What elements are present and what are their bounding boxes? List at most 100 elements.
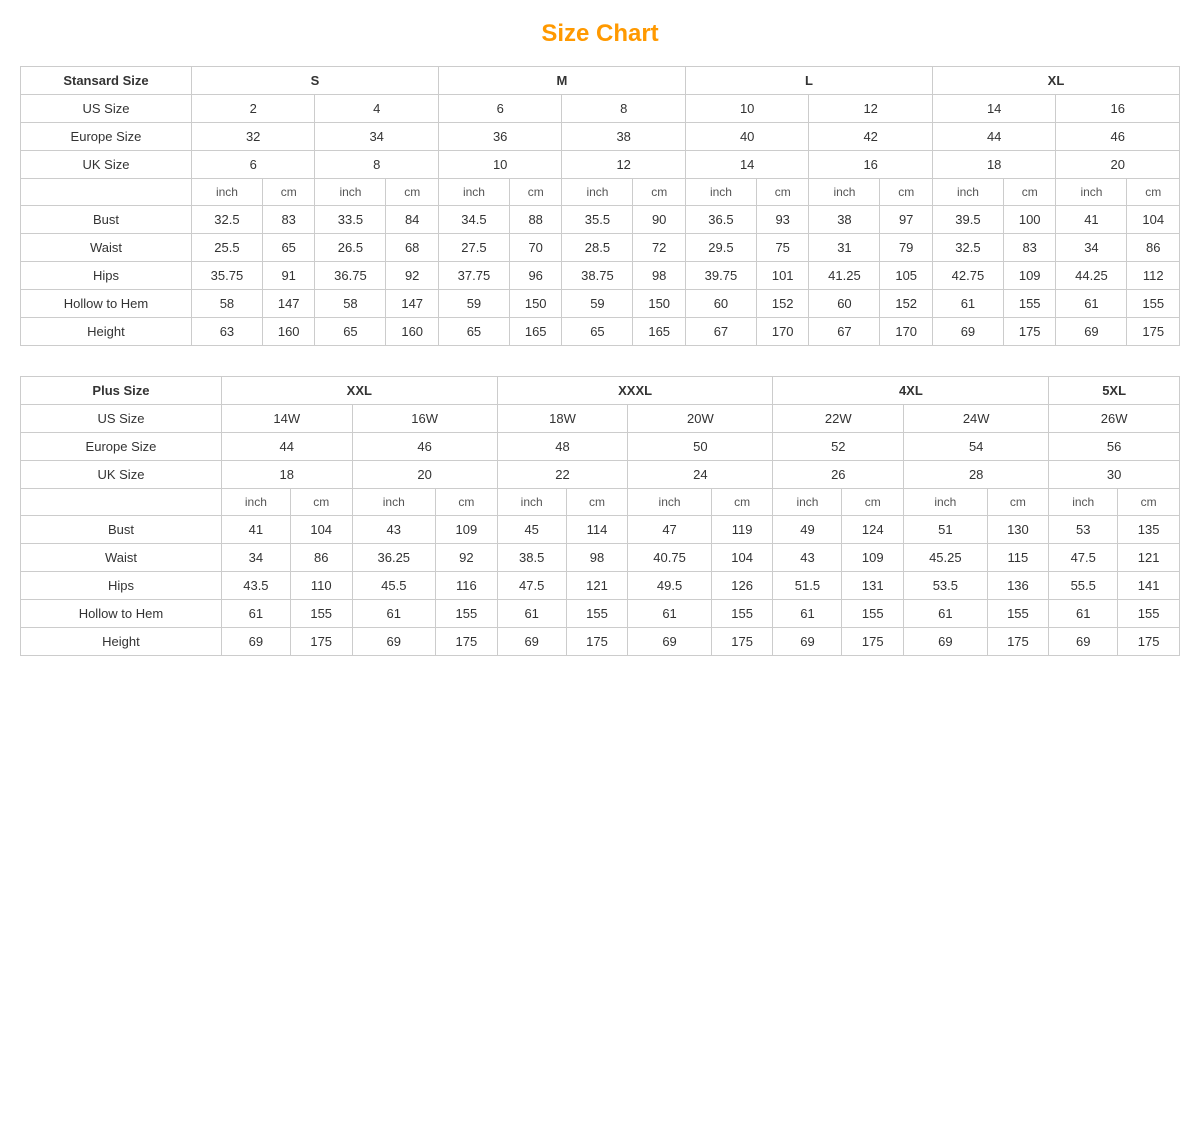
unit-cm-2: cm [386, 179, 438, 206]
uk-size-12: 12 [562, 151, 686, 179]
table-row: Hips43.511045.511647.512149.512651.51315… [21, 572, 1180, 600]
cell: 115 [987, 544, 1049, 572]
plus-europe-54: 54 [904, 433, 1049, 461]
cell: 130 [987, 516, 1049, 544]
cell: 36.75 [315, 262, 386, 290]
plus-unit-inch-6: inch [904, 489, 987, 516]
cell: 58 [191, 290, 262, 318]
cell: 152 [880, 290, 932, 318]
unit-cm-6: cm [880, 179, 932, 206]
cell: 35.75 [191, 262, 262, 290]
plus-us-16w: 16W [352, 405, 497, 433]
cell: 28.5 [562, 234, 633, 262]
cell: 86 [290, 544, 352, 572]
cell: 61 [773, 600, 842, 628]
cell: 175 [1127, 318, 1180, 346]
cell: 42.75 [932, 262, 1003, 290]
plus-data-rows: Bust41104431094511447119491245113053135W… [21, 516, 1180, 656]
cell: 39.75 [685, 262, 756, 290]
cell: 49.5 [628, 572, 711, 600]
plus-row-label-4: Height [21, 628, 222, 656]
europe-size-40: 40 [685, 123, 809, 151]
plus-europe-label: Europe Size [21, 433, 222, 461]
uk-size-label: UK Size [21, 151, 192, 179]
cell: 155 [290, 600, 352, 628]
cell: 175 [1118, 628, 1180, 656]
plus-unit-cm-5: cm [842, 489, 904, 516]
standard-size-header-row: Stansard Size S M L XL [21, 67, 1180, 95]
cell: 43 [773, 544, 842, 572]
cell: 83 [262, 206, 314, 234]
cell: 69 [1049, 628, 1118, 656]
europe-size-38: 38 [562, 123, 686, 151]
cell: 34.5 [438, 206, 509, 234]
cell: 60 [685, 290, 756, 318]
cell: 175 [842, 628, 904, 656]
plus-unit-inch-4: inch [628, 489, 711, 516]
size-group-xl: XL [932, 67, 1179, 95]
cell: 109 [1003, 262, 1055, 290]
us-size-row: US Size 2 4 6 8 10 12 14 16 [21, 95, 1180, 123]
cell: 155 [566, 600, 628, 628]
standard-size-chart: Stansard Size S M L XL US Size 2 4 6 8 1… [20, 66, 1180, 346]
unit-cm-1: cm [262, 179, 314, 206]
cell: 59 [438, 290, 509, 318]
cell: 97 [880, 206, 932, 234]
uk-size-20: 20 [1056, 151, 1180, 179]
cell: 155 [1003, 290, 1055, 318]
cell: 34 [1056, 234, 1127, 262]
size-group-l: L [685, 67, 932, 95]
unit-header-row: inch cm inch cm inch cm inch cm inch cm … [21, 179, 1180, 206]
cell: 41 [221, 516, 290, 544]
plus-table: Plus Size XXL XXXL 4XL 5XL US Size 14W 1… [20, 376, 1180, 656]
cell: 98 [633, 262, 685, 290]
cell: 45.25 [904, 544, 987, 572]
unit-inch-8: inch [1056, 179, 1127, 206]
plus-us-size-label: US Size [21, 405, 222, 433]
table-row: Waist348636.259238.59840.751044310945.25… [21, 544, 1180, 572]
plus-us-24w: 24W [904, 405, 1049, 433]
plus-uk-28: 28 [904, 461, 1049, 489]
cell: 105 [880, 262, 932, 290]
cell: 109 [436, 516, 498, 544]
cell: 175 [1003, 318, 1055, 346]
plus-unit-cm-7: cm [1118, 489, 1180, 516]
plus-uk-20: 20 [352, 461, 497, 489]
cell: 131 [842, 572, 904, 600]
cell: 69 [497, 628, 566, 656]
cell: 72 [633, 234, 685, 262]
plus-unit-header-row: inch cm inch cm inch cm inch cm inch cm … [21, 489, 1180, 516]
unit-cm-4: cm [633, 179, 685, 206]
europe-size-36: 36 [438, 123, 562, 151]
plus-unit-inch-5: inch [773, 489, 842, 516]
plus-uk-label: UK Size [21, 461, 222, 489]
cell: 68 [386, 234, 438, 262]
cell: 67 [685, 318, 756, 346]
cell: 147 [262, 290, 314, 318]
cell: 135 [1118, 516, 1180, 544]
plus-row-label-1: Waist [21, 544, 222, 572]
plus-europe-size-row: Europe Size 44 46 48 50 52 54 56 [21, 433, 1180, 461]
cell: 155 [842, 600, 904, 628]
table-row: Bust41104431094511447119491245113053135 [21, 516, 1180, 544]
europe-size-label: Europe Size [21, 123, 192, 151]
cell: 152 [756, 290, 808, 318]
cell: 175 [290, 628, 352, 656]
plus-europe-48: 48 [497, 433, 628, 461]
uk-size-14: 14 [685, 151, 809, 179]
cell: 88 [509, 206, 561, 234]
cell: 35.5 [562, 206, 633, 234]
cell: 26.5 [315, 234, 386, 262]
cell: 69 [773, 628, 842, 656]
us-size-12: 12 [809, 95, 933, 123]
table-row: Hollow to Hem611556115561155611556115561… [21, 600, 1180, 628]
table-row: Height6316065160651656516567170671706917… [21, 318, 1180, 346]
cell: 92 [386, 262, 438, 290]
cell: 60 [809, 290, 880, 318]
unit-inch-2: inch [315, 179, 386, 206]
plus-row-label-2: Hips [21, 572, 222, 600]
cell: 121 [566, 572, 628, 600]
plus-size-group-xxxl: XXXL [497, 377, 773, 405]
plus-unit-cm-3: cm [566, 489, 628, 516]
cell: 37.75 [438, 262, 509, 290]
